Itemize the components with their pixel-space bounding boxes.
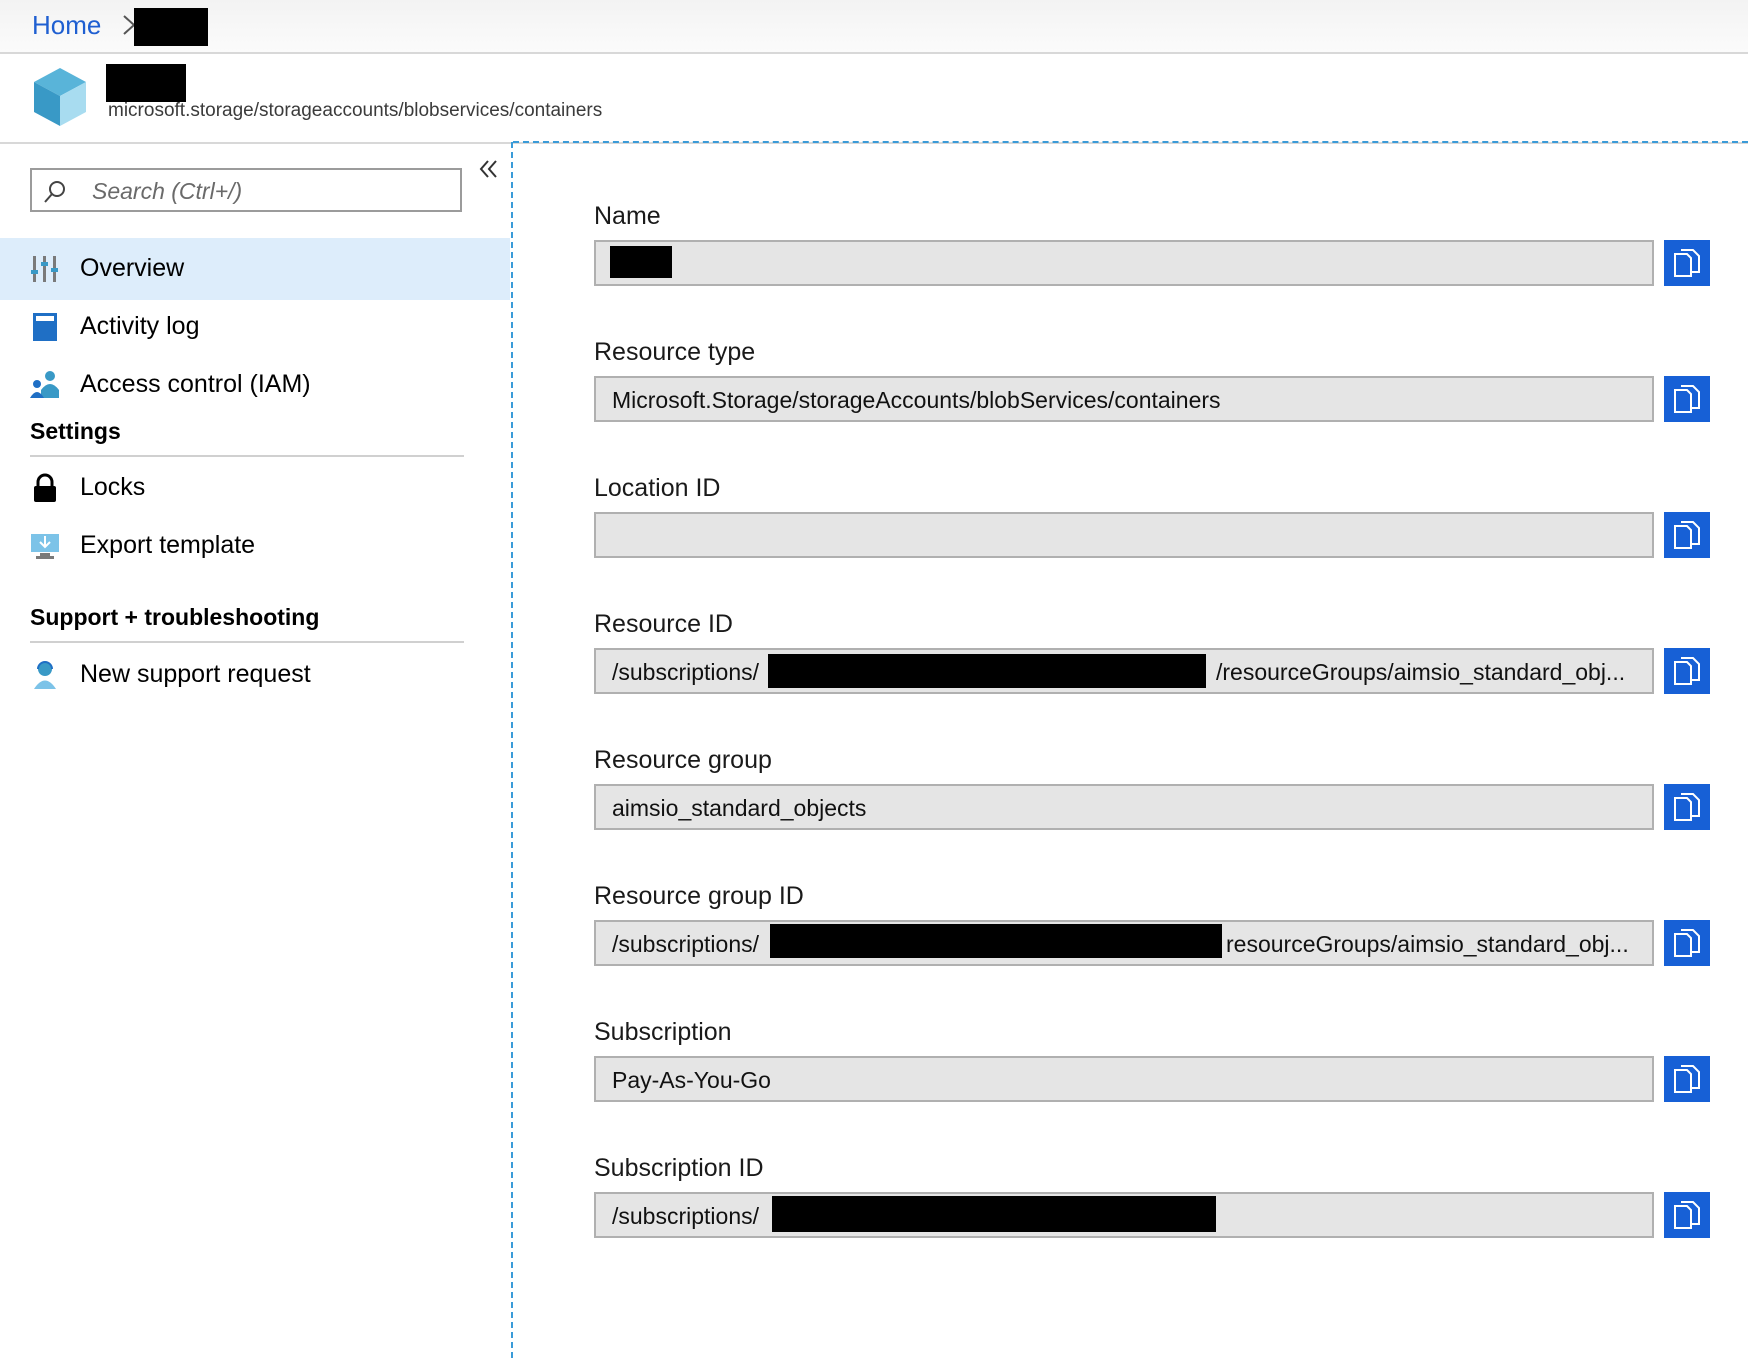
section-divider [30, 641, 464, 643]
activity-log-icon [33, 313, 57, 341]
field-resource-type: Resource type Microsoft.Storage/storageA… [594, 338, 1714, 474]
lock-icon [34, 473, 56, 502]
field-subscription-id: Subscription ID /subscriptions/ [594, 1154, 1714, 1290]
search-placeholder: Search (Ctrl+/) [92, 178, 243, 204]
copy-icon [1674, 385, 1700, 413]
field-value-box[interactable]: Pay-As-You-Go [594, 1056, 1654, 1102]
field-value: aimsio_standard_objects [612, 795, 867, 821]
field-value-box[interactable]: /subscriptions/ [594, 1192, 1654, 1238]
field-value-suffix: /resourceGroups/aimsio_standard_obj... [1216, 659, 1626, 685]
field-value-box[interactable] [594, 240, 1654, 286]
copy-button[interactable] [1664, 1056, 1710, 1102]
search-input[interactable]: Search (Ctrl+/) [30, 168, 462, 212]
left-navigation: Search (Ctrl+/) Overview Activity log Ac… [0, 144, 512, 1358]
copy-icon [1674, 793, 1700, 821]
field-label: Resource group [594, 746, 772, 774]
field-subscription: Subscription Pay-As-You-Go [594, 1018, 1714, 1154]
sidebar-item-label: New support request [80, 660, 311, 688]
sidebar-item-label: Export template [80, 531, 256, 559]
copy-button[interactable] [1664, 240, 1710, 286]
field-label: Name [594, 202, 661, 230]
field-value-box[interactable]: Microsoft.Storage/storageAccounts/blobSe… [594, 376, 1654, 422]
copy-icon [1674, 1201, 1700, 1229]
redacted-value [610, 246, 672, 278]
field-value-suffix: resourceGroups/aimsio_standard_obj... [1226, 931, 1629, 957]
copy-button[interactable] [1664, 376, 1710, 422]
support-request-icon [34, 661, 56, 689]
field-label: Resource type [594, 338, 756, 366]
copy-button[interactable] [1664, 920, 1710, 966]
sidebar-item-label: Access control (IAM) [80, 370, 311, 398]
redacted-value [772, 1196, 1216, 1232]
copy-button[interactable] [1664, 648, 1710, 694]
copy-icon [1674, 1065, 1700, 1093]
field-value-box[interactable]: aimsio_standard_objects [594, 784, 1654, 830]
overview-icon [31, 256, 58, 282]
field-resource-id: Resource ID /subscriptions/ /resourceGro… [594, 610, 1714, 746]
field-label: Subscription [594, 1018, 732, 1046]
copy-button[interactable] [1664, 512, 1710, 558]
redacted-value [768, 654, 1206, 688]
field-name: Name [594, 202, 1714, 338]
field-location-id: Location ID [594, 474, 1714, 610]
section-heading-support: Support + troubleshooting [30, 604, 320, 630]
sidebar-item-new-support-request[interactable]: New support request [0, 644, 510, 706]
field-resource-group: Resource group aimsio_standard_objects [594, 746, 1714, 882]
field-resource-group-id: Resource group ID /subscriptions/ resour… [594, 882, 1714, 1018]
copy-icon [1674, 657, 1700, 685]
copy-button[interactable] [1664, 1192, 1710, 1238]
field-value: Microsoft.Storage/storageAccounts/blobSe… [612, 387, 1221, 413]
sidebar-item-label: Overview [80, 254, 185, 282]
field-label: Location ID [594, 474, 721, 502]
copy-icon [1674, 521, 1700, 549]
redacted-resource-title [106, 64, 186, 102]
section-heading-settings: Settings [30, 418, 121, 444]
sidebar-item-activity-log[interactable]: Activity log [0, 296, 510, 358]
sidebar-item-overview[interactable]: Overview [0, 238, 510, 300]
sidebar-item-export-template[interactable]: Export template [0, 515, 510, 577]
copy-icon [1674, 929, 1700, 957]
export-template-icon [31, 534, 59, 559]
redacted-breadcrumb-item [134, 8, 208, 46]
resource-type-path: microsoft.storage/storageaccounts/blobse… [108, 100, 603, 121]
field-value-box[interactable]: /subscriptions/ /resourceGroups/aimsio_s… [594, 648, 1654, 694]
sidebar-item-locks[interactable]: Locks [0, 457, 510, 519]
field-value: Pay-As-You-Go [612, 1067, 771, 1093]
sidebar-item-label: Activity log [80, 312, 200, 340]
sidebar-item-label: Locks [80, 473, 146, 501]
field-label: Resource group ID [594, 882, 804, 910]
container-cube-icon [34, 68, 86, 126]
field-label: Subscription ID [594, 1154, 764, 1182]
field-value-box[interactable]: /subscriptions/ resourceGroups/aimsio_st… [594, 920, 1654, 966]
collapse-menu-icon[interactable] [478, 158, 500, 180]
iam-icon [30, 371, 59, 398]
copy-icon [1674, 249, 1700, 277]
pane-divider [511, 142, 513, 1358]
content-top-border [513, 141, 1748, 143]
breadcrumb-home-link[interactable]: Home [32, 10, 101, 41]
field-value-box[interactable] [594, 512, 1654, 558]
resource-header: microsoft.storage/storageaccounts/blobse… [0, 54, 1748, 144]
redacted-value [770, 924, 1222, 958]
breadcrumb: Home [0, 0, 1748, 54]
field-label: Resource ID [594, 610, 733, 638]
copy-button[interactable] [1664, 784, 1710, 830]
search-icon [44, 181, 65, 203]
sidebar-item-access-control[interactable]: Access control (IAM) [0, 354, 510, 416]
